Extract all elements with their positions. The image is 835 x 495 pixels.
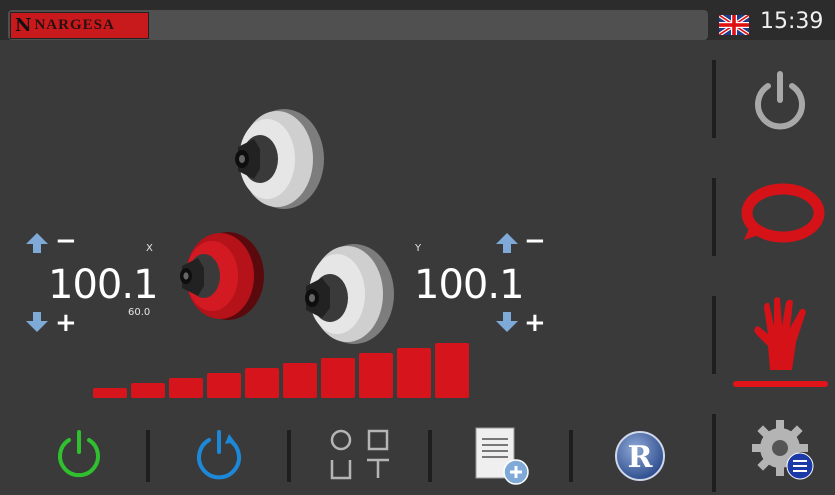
top-roller-icon: [235, 109, 324, 209]
sidebar-divider: [712, 60, 716, 138]
clock: 15:39: [760, 9, 824, 34]
manual-mode-icon[interactable]: [748, 296, 814, 372]
y-decrease-arrow-icon[interactable]: [496, 312, 518, 332]
right-roller-icon: [305, 244, 394, 344]
uk-flag-icon[interactable]: [719, 15, 749, 35]
speed-bar-segment[interactable]: [169, 378, 203, 398]
toolbar-divider: [569, 430, 573, 482]
reset-icon[interactable]: [193, 428, 245, 482]
speed-bar-segment[interactable]: [131, 383, 165, 398]
y-axis-label: Y: [415, 243, 422, 254]
speed-bar-segment[interactable]: [397, 348, 431, 398]
registered-letter: R: [628, 440, 654, 475]
start-power-icon[interactable]: [54, 428, 104, 482]
registered-icon[interactable]: R: [612, 428, 668, 484]
selected-indicator: [733, 381, 828, 387]
left-roller-icon: [180, 232, 264, 320]
speed-bar-segment[interactable]: [207, 373, 241, 398]
y-minus-button[interactable]: −: [524, 226, 546, 256]
speed-bar-segment[interactable]: [283, 363, 317, 398]
x-value-readout: 100.1: [48, 262, 159, 308]
toolbar-divider: [287, 430, 291, 482]
speed-bar-segment[interactable]: [435, 343, 469, 398]
toolbar-divider: [428, 430, 432, 482]
x-decrease-arrow-icon[interactable]: [26, 312, 48, 332]
brand-logo: N NARGESA: [10, 12, 149, 39]
speed-bar-segment[interactable]: [245, 368, 279, 398]
x-minus-button[interactable]: −: [55, 226, 77, 256]
y-value-readout: 100.1: [414, 262, 525, 308]
brand-name: NARGESA: [34, 17, 115, 33]
speed-bar-segment[interactable]: [359, 353, 393, 398]
speed-level-bars[interactable]: [93, 340, 473, 400]
x-sub-value: 60.0: [128, 307, 151, 318]
toolbar-divider: [146, 430, 150, 482]
sidebar-divider: [712, 414, 716, 492]
brand-mark: N: [15, 15, 32, 36]
x-axis-label: X: [146, 243, 153, 254]
profile-shapes-icon[interactable]: [327, 428, 393, 482]
new-program-icon[interactable]: [474, 426, 534, 486]
sidebar-divider: [712, 178, 716, 256]
y-plus-button[interactable]: +: [524, 308, 546, 338]
x-increase-arrow-icon[interactable]: [26, 233, 48, 253]
settings-icon[interactable]: [750, 418, 818, 484]
speed-bar-segment[interactable]: [321, 358, 355, 398]
cycle-mode-icon[interactable]: [740, 182, 826, 244]
sidebar-divider: [712, 296, 716, 374]
y-increase-arrow-icon[interactable]: [496, 233, 518, 253]
x-plus-button[interactable]: +: [55, 308, 77, 338]
power-off-icon[interactable]: [748, 68, 812, 134]
speed-bar-segment[interactable]: [93, 388, 127, 398]
